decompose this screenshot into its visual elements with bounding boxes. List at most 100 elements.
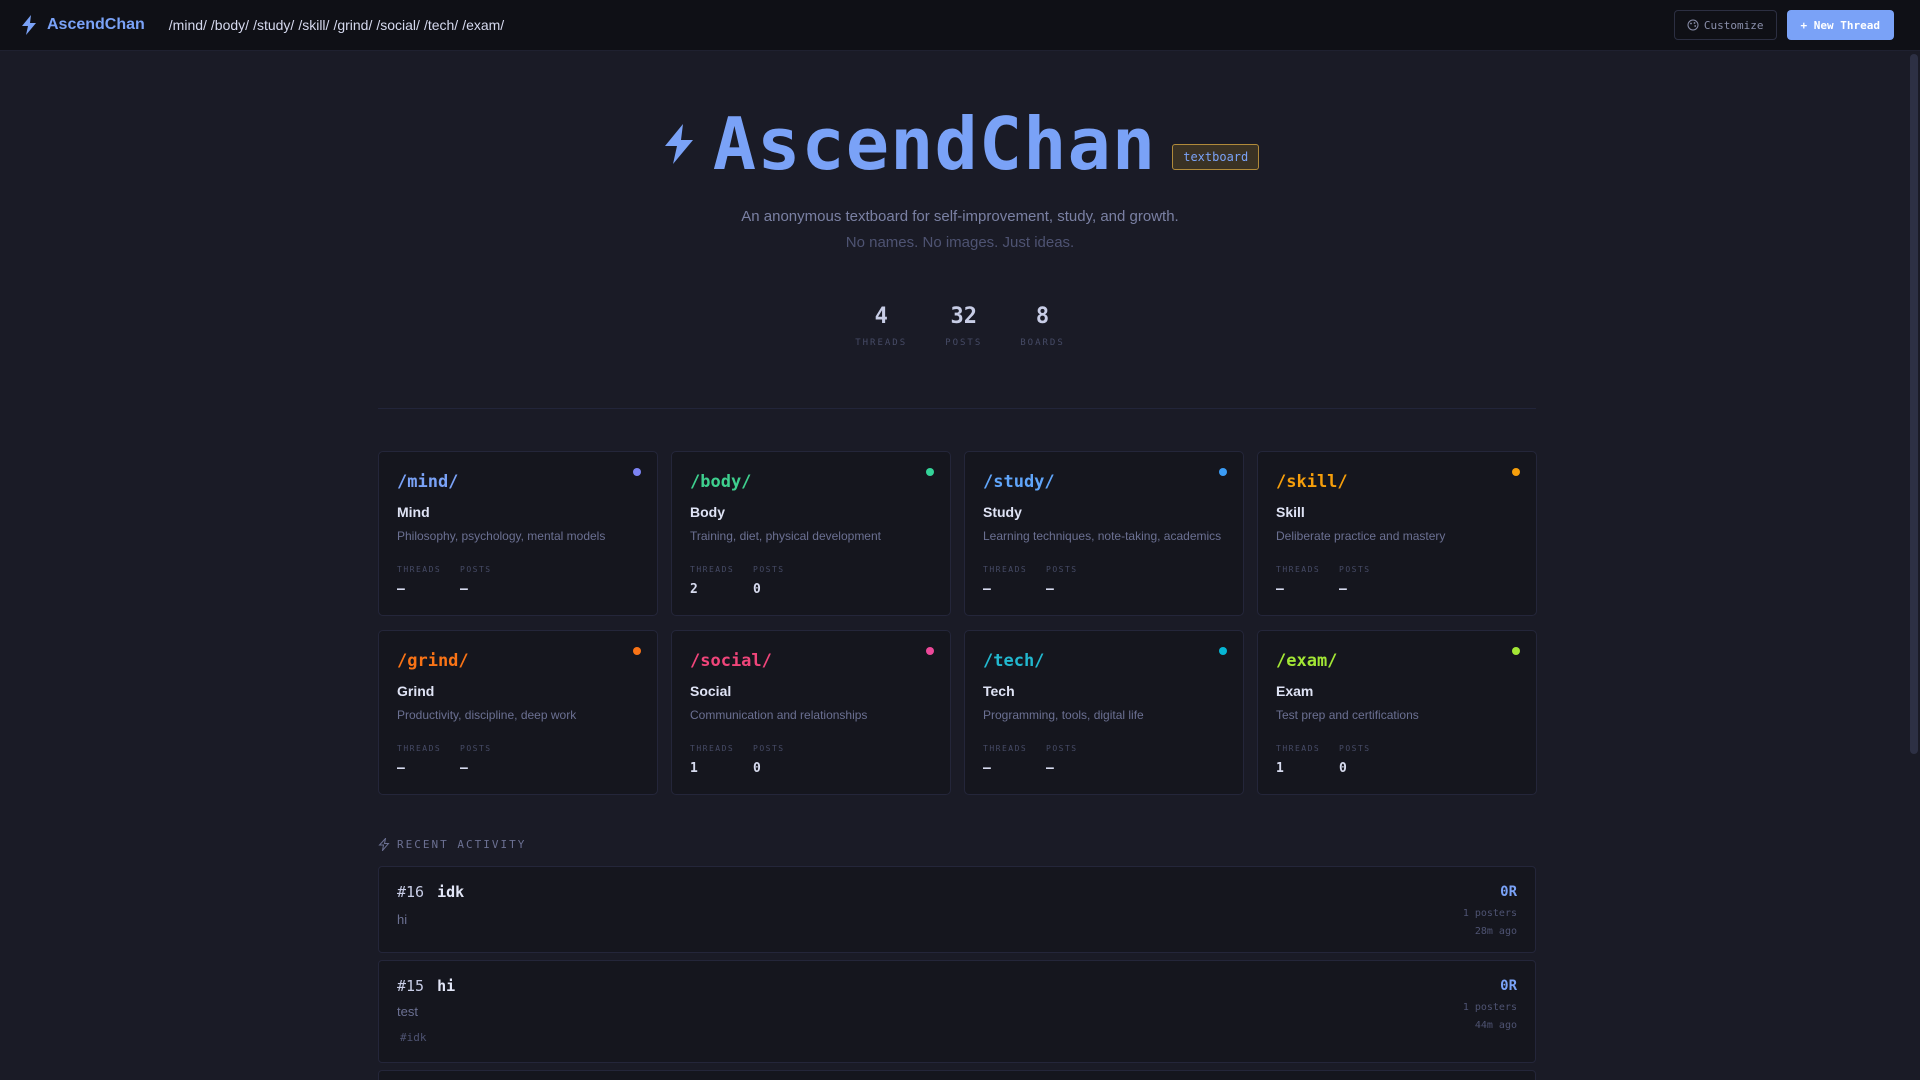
board-slug: /grind/ [397,651,469,671]
threads-count: 1 [1276,761,1284,776]
board-card-grind[interactable]: /grind/ Grind Productivity, discipline, … [378,630,658,795]
stat-posts: 32 POSTS [945,304,982,348]
board-nav: /mind/ /body/ /study/ /skill/ /grind/ /s… [169,17,508,33]
recent-activity-title: RECENT ACTIVITY [397,838,527,851]
nav-link-social[interactable]: /social/ [376,17,420,33]
posts-label: POSTS [1046,565,1078,574]
thread-row[interactable]: #15 hi test #idk 0R 1 posters 44m ago [378,960,1536,1063]
thread-preview: test [397,1004,418,1019]
nav-link-mind[interactable]: /mind/ [169,17,207,33]
posts-label: POSTS [1339,565,1371,574]
threads-label: THREADS [1276,744,1321,753]
threads-label: THREADS [397,744,442,753]
status-dot [1512,647,1520,655]
thread-row-partial[interactable] [378,1070,1536,1080]
board-card-study[interactable]: /study/ Study Learning techniques, note-… [964,451,1244,616]
board-description: Productivity, discipline, deep work [397,708,577,722]
new-thread-button[interactable]: + New Thread [1786,10,1894,40]
board-slug: /social/ [690,651,772,671]
board-name: Exam [1276,683,1314,699]
bolt-icon [664,124,693,164]
posts-label: POSTS [1046,744,1078,753]
thread-number: #16 [397,883,425,901]
palette-icon [1687,19,1699,31]
board-description: Programming, tools, digital life [983,708,1144,722]
stat-value: 4 [874,304,888,329]
board-description: Philosophy, psychology, mental models [397,529,606,543]
thread-id: #16 idk [397,883,464,901]
nav-link-skill[interactable]: /skill/ [298,17,329,33]
nav-link-body[interactable]: /body/ [211,17,249,33]
threads-count: — [397,582,405,597]
stat-value: 32 [950,304,977,329]
nav-link-exam[interactable]: /exam/ [462,17,504,33]
board-name: Study [983,504,1022,520]
board-card-skill[interactable]: /skill/ Skill Deliberate practice and ma… [1257,451,1537,616]
posts-label: POSTS [460,744,492,753]
posts-count: — [1046,761,1054,776]
posts-label: POSTS [1339,744,1371,753]
status-dot [633,647,641,655]
thread-timestamp: 28m ago [1474,926,1517,937]
board-card-body[interactable]: /body/ Body Training, diet, physical dev… [671,451,951,616]
posts-label: POSTS [460,565,492,574]
stat-threads: 4 THREADS [855,304,907,348]
board-slug: /skill/ [1276,472,1348,492]
thread-subject: idk [437,883,465,901]
status-dot [1219,468,1227,476]
threads-count: — [1276,582,1284,597]
divider [378,408,1536,409]
board-card-mind[interactable]: /mind/ Mind Philosophy, psychology, ment… [378,451,658,616]
board-name: Social [690,683,732,699]
thread-subject: hi [437,977,456,995]
hero-tagline: An anonymous textboard for self-improvem… [741,208,1179,225]
posts-count: 0 [1339,761,1347,776]
reply-count: 0R [1500,884,1517,900]
board-description: Deliberate practice and mastery [1276,529,1446,543]
posts-count: 0 [753,582,761,597]
board-grid: /mind/ Mind Philosophy, psychology, ment… [378,451,1537,795]
nav-link-study[interactable]: /study/ [253,17,294,33]
top-actions: Customize + New Thread [1673,10,1894,40]
nav-link-tech[interactable]: /tech/ [424,17,458,33]
customize-button[interactable]: Customize [1673,10,1777,40]
textboard-badge: textboard [1172,144,1260,170]
threads-label: THREADS [1276,565,1321,574]
board-description: Training, diet, physical development [690,529,881,543]
posts-count: — [460,761,468,776]
posts-count: 0 [753,761,761,776]
thread-id: #15 hi [397,977,455,995]
threads-count: 2 [690,582,698,597]
stat-label: BOARDS [1020,338,1065,348]
status-dot [1512,468,1520,476]
threads-label: THREADS [983,565,1028,574]
brand-link[interactable]: AscendChan [20,15,145,35]
thread-tag[interactable]: #idk [400,1031,427,1044]
threads-label: THREADS [690,565,735,574]
stat-label: POSTS [945,338,983,348]
poster-count: 1 posters [1462,908,1517,919]
threads-label: THREADS [983,744,1028,753]
stat-value: 8 [1035,304,1050,329]
board-card-tech[interactable]: /tech/ Tech Programming, tools, digital … [964,630,1244,795]
nav-link-grind[interactable]: /grind/ [333,17,372,33]
board-name: Tech [983,683,1015,699]
board-slug: /exam/ [1276,651,1338,671]
hero-title-row: AscendChan textboard [0,108,1920,180]
stat-label: THREADS [855,338,908,348]
board-card-social[interactable]: /social/ Social Communication and relati… [671,630,951,795]
board-card-exam[interactable]: /exam/ Exam Test prep and certifications… [1257,630,1537,795]
brand-name: AscendChan [47,16,145,33]
status-dot [1219,647,1227,655]
bolt-icon [22,15,36,35]
stat-boards: 8 BOARDS [1020,304,1065,348]
board-description: Test prep and certifications [1276,708,1419,722]
customize-label: Customize [1703,18,1764,32]
thread-row[interactable]: #16 idk hi 0R 1 posters 28m ago [378,866,1536,953]
board-slug: /mind/ [397,472,459,492]
board-name: Body [690,504,725,520]
hero: AscendChan textboard An anonymous textbo… [0,108,1920,251]
board-description: Communication and relationships [690,708,868,722]
top-bar: AscendChan /mind/ /body/ /study/ /skill/… [0,0,1920,51]
board-name: Skill [1276,504,1305,520]
